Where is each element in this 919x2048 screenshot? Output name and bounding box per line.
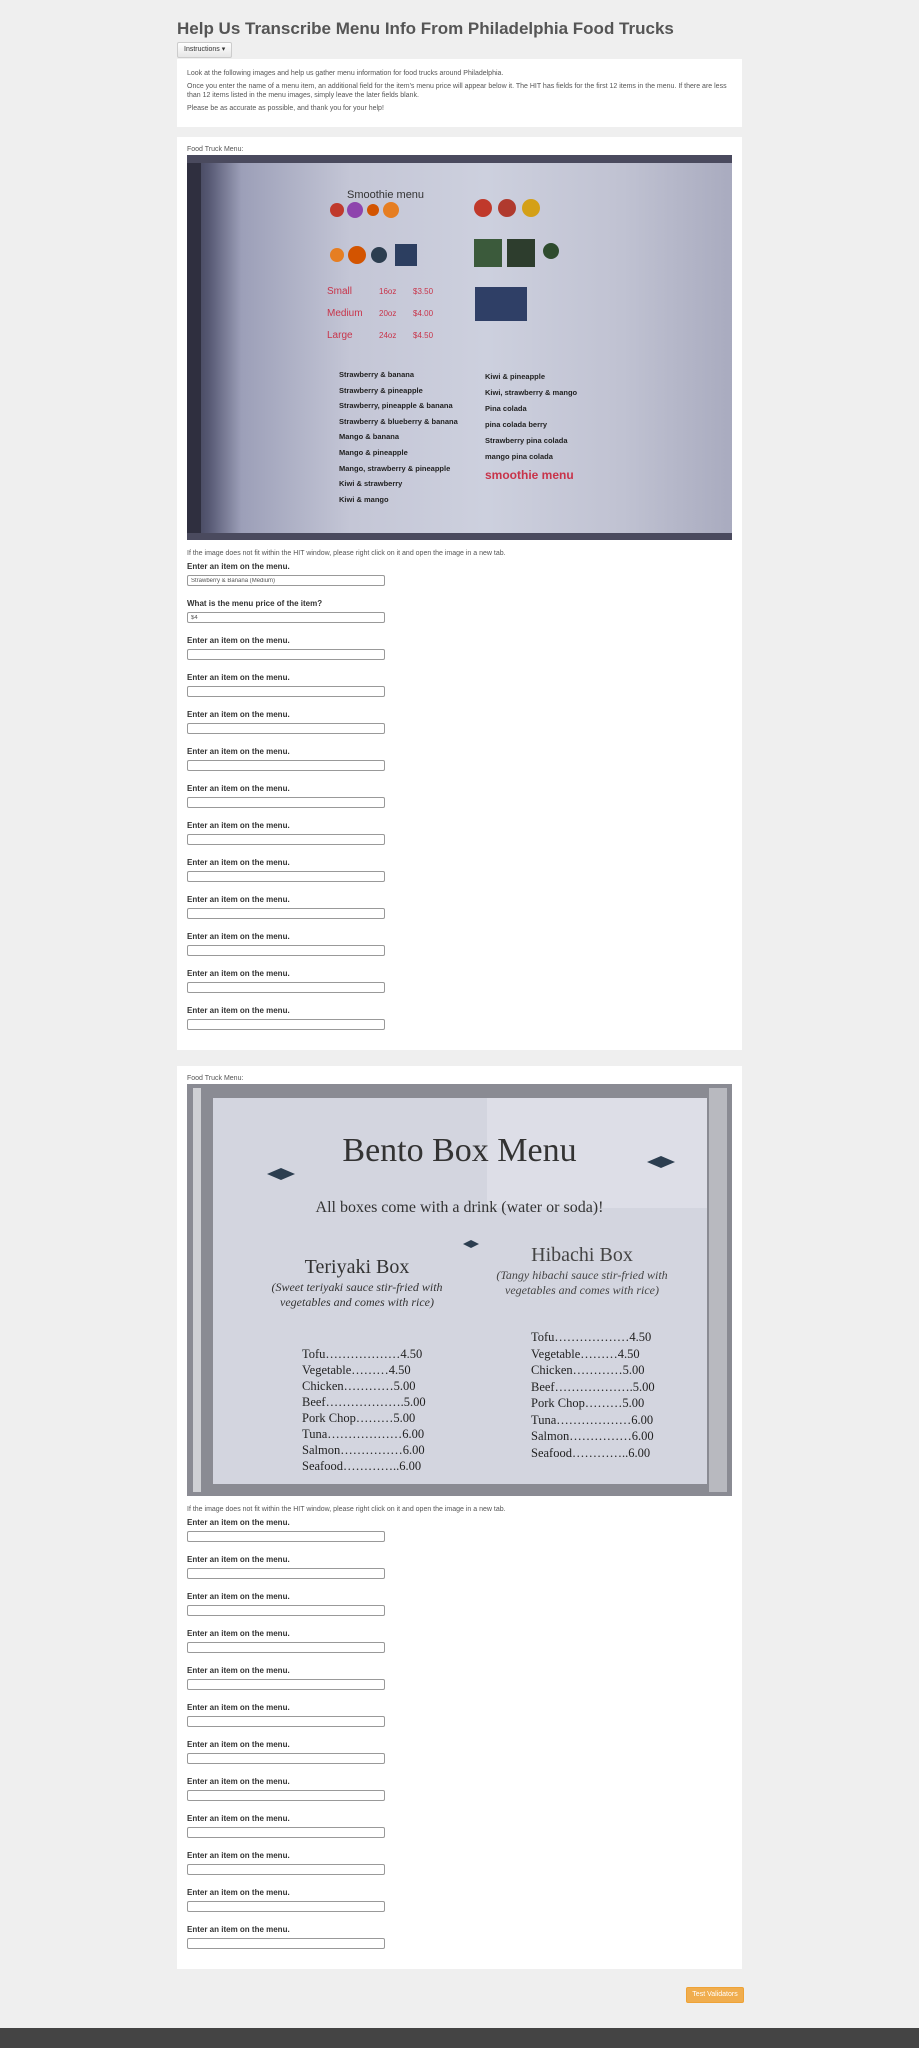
item-3-input[interactable] (187, 1605, 385, 1616)
item-6-input[interactable] (187, 1716, 385, 1727)
item-2-label: Enter an item on the menu. (187, 636, 290, 645)
instructions-button[interactable]: Instructions ▾ (177, 42, 233, 58)
bento-menu-subtitle: All boxes come with a drink (water or so… (315, 1199, 604, 1216)
hibachi-box-title: Hibachi Box (531, 1244, 633, 1266)
menu-image-label: Food Truck Menu: (187, 1075, 244, 1082)
item-4-input[interactable] (187, 1642, 385, 1653)
teriyaki-box-title: Teriyaki Box (304, 1256, 410, 1278)
hibachi-box-items: Tofu………………4.50 Vegetable………4.50 Chicken………… (531, 1330, 655, 1460)
item-4-label: Enter an item on the menu. (187, 1629, 290, 1638)
item-3-label: Enter an item on the menu. (187, 1592, 290, 1601)
smoothie-sizes: Small 16oz $3.50 Medium 20oz $4.00 Large 24oz… (327, 286, 434, 341)
item-8-label: Enter an item on the menu. (187, 1777, 290, 1786)
intro-text-3: Please be as accurate as possible, and t… (187, 105, 384, 112)
bento-menu-title: Bento Box Menu (342, 1132, 577, 1169)
menu-section-1: Food Truck Menu: Smoothie menu Small 16oz… (177, 137, 742, 1050)
intro-text-2: Once you enter the name of a menu item, … (187, 83, 727, 99)
menu-image-label: Food Truck Menu: (187, 146, 244, 153)
fruit-icons-row-1 (330, 199, 540, 218)
item-12-input[interactable] (187, 1938, 385, 1949)
hibachi-box-desc: (Tangy hibachi sauce stir-fried with veg… (496, 1268, 668, 1297)
smoothie-list-left: Strawberry & banana Strawberry & pineappl… (339, 370, 458, 504)
item-4-label: Enter an item on the menu. (187, 710, 290, 719)
item-2-input[interactable] (187, 649, 385, 660)
item-2-label: Enter an item on the menu. (187, 1555, 290, 1564)
smoothie-menu-image: Smoothie menu Small 16oz $3.50 Medium 20oz $… (187, 155, 732, 540)
item-2-input[interactable] (187, 1568, 385, 1579)
menu-section-2: Food Truck Menu: Bento Box Menu All boxe… (177, 1066, 742, 1969)
item-8-label: Enter an item on the menu. (187, 858, 290, 867)
item-9-input[interactable] (187, 1827, 385, 1838)
item-1-input[interactable] (187, 575, 385, 586)
fruit-icons-row-2 (330, 239, 559, 267)
smoothie-menu-footer: smoothie menu (485, 468, 574, 482)
item-4-input[interactable] (187, 723, 385, 734)
item-5-input[interactable] (187, 760, 385, 771)
item-8-input[interactable] (187, 871, 385, 882)
smoothie-list-right: Kiwi & pineapple Kiwi, strawberry & mango… (485, 372, 578, 461)
item-3-input[interactable] (187, 686, 385, 697)
item-11-label: Enter an item on the menu. (187, 1888, 290, 1897)
price-1-input[interactable] (187, 612, 385, 623)
item-9-input[interactable] (187, 908, 385, 919)
bento-menu-image: Bento Box Menu All boxes come with a dri… (187, 1084, 732, 1496)
item-11-input[interactable] (187, 1901, 385, 1912)
item-1-label: Enter an item on the menu. (187, 1518, 290, 1527)
item-5-input[interactable] (187, 1679, 385, 1690)
item-12-input[interactable] (187, 1019, 385, 1030)
item-8-input[interactable] (187, 1790, 385, 1801)
item-10-input[interactable] (187, 945, 385, 956)
item-3-label: Enter an item on the menu. (187, 673, 290, 682)
teriyaki-box-items: Tofu………………4.50 Vegetable………4.50 Chicken………… (302, 1347, 426, 1473)
item-1-label: Enter an item on the menu. (187, 562, 290, 571)
item-9-label: Enter an item on the menu. (187, 895, 290, 904)
item-6-label: Enter an item on the menu. (187, 784, 290, 793)
item-6-input[interactable] (187, 797, 385, 808)
item-7-input[interactable] (187, 1753, 385, 1764)
item-12-label: Enter an item on the menu. (187, 1006, 290, 1015)
blueberry-photo (475, 287, 527, 321)
intro-panel: Look at the following images and help us… (177, 59, 742, 127)
smoothie-menu-title: Smoothie menu (347, 189, 425, 201)
teriyaki-box-desc: (Sweet teriyaki sauce stir-fried with ve… (271, 1280, 443, 1309)
item-11-label: Enter an item on the menu. (187, 969, 290, 978)
item-9-label: Enter an item on the menu. (187, 1814, 290, 1823)
page-title: Help Us Transcribe Menu Info From Philad… (177, 19, 674, 38)
menu-photo-decoration (187, 155, 732, 540)
item-7-input[interactable] (187, 834, 385, 845)
page-footer-bar (0, 2028, 919, 2048)
item-1-input[interactable] (187, 1531, 385, 1542)
item-12-label: Enter an item on the menu. (187, 1925, 290, 1934)
item-6-label: Enter an item on the menu. (187, 1703, 290, 1712)
intro-text-1: Look at the following images and help us… (187, 70, 504, 77)
image-fit-note: If the image does not fit within the HIT… (187, 550, 506, 557)
item-5-label: Enter an item on the menu. (187, 1666, 290, 1675)
item-7-label: Enter an item on the menu. (187, 821, 290, 830)
item-7-label: Enter an item on the menu. (187, 1740, 290, 1749)
image-fit-note: If the image does not fit within the HIT… (187, 1506, 506, 1513)
item-10-input[interactable] (187, 1864, 385, 1875)
price-1-label: What is the menu price of the item? (187, 599, 323, 608)
test-validators-button[interactable]: Test Validators (686, 1987, 744, 2003)
item-11-input[interactable] (187, 982, 385, 993)
item-10-label: Enter an item on the menu. (187, 1851, 290, 1860)
item-10-label: Enter an item on the menu. (187, 932, 290, 941)
item-5-label: Enter an item on the menu. (187, 747, 290, 756)
